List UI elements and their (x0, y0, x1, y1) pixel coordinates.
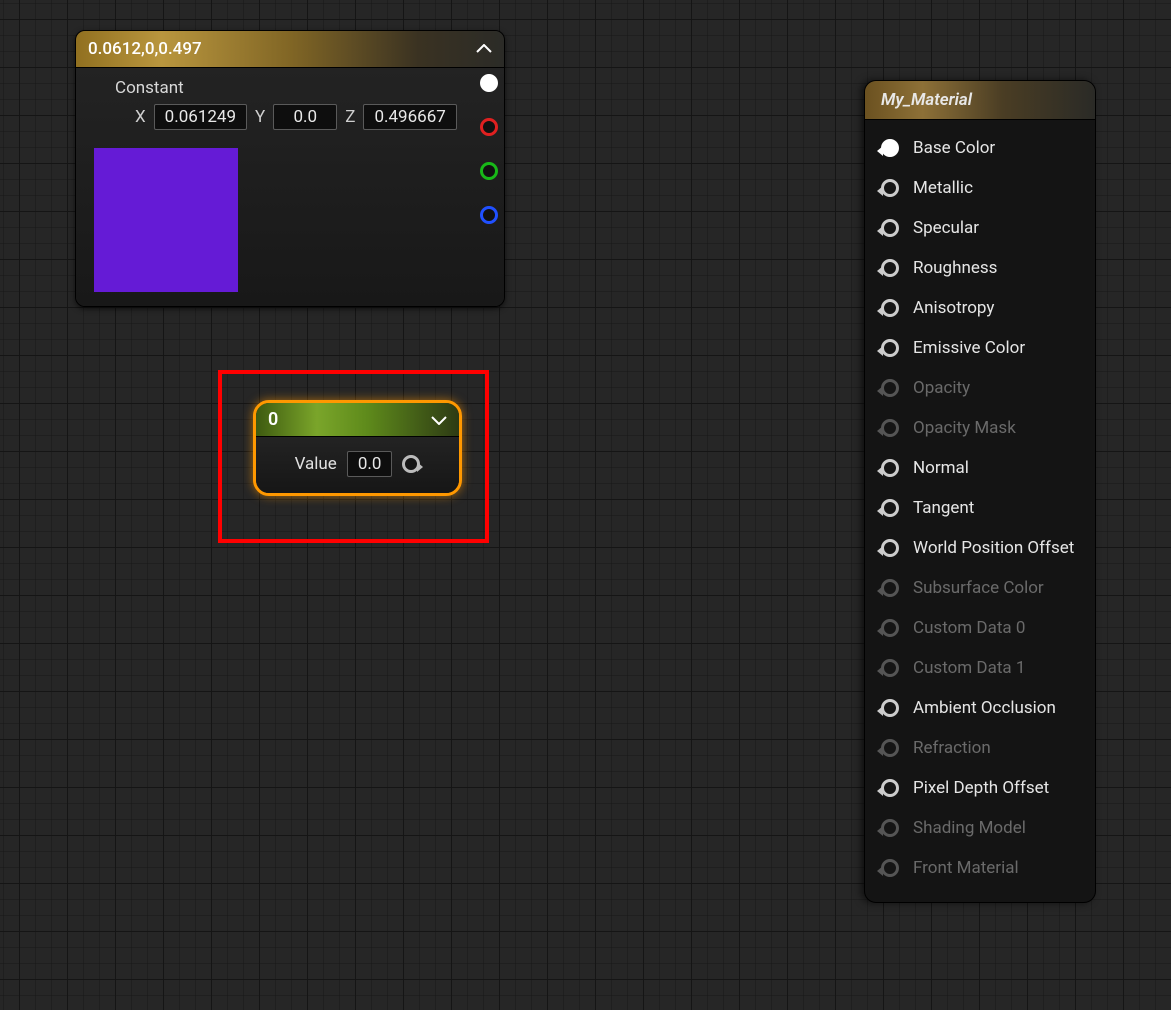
input-label: Custom Data 0 (913, 618, 1025, 638)
input-pin[interactable] (881, 339, 899, 357)
input-label: Shading Model (913, 818, 1026, 838)
material-input-row[interactable]: Roughness (865, 248, 1095, 288)
node-title: 0.0612,0,0.497 (88, 39, 202, 59)
node-title-bar[interactable]: 0 (256, 403, 459, 437)
node-body: Value 0.0 (256, 437, 459, 493)
input-label: Normal (913, 458, 969, 478)
z-axis-label: Z (345, 107, 355, 127)
material-input-row[interactable]: Custom Data 1 (865, 648, 1095, 688)
material-input-row[interactable]: Pixel Depth Offset (865, 768, 1095, 808)
color-preview-swatch[interactable] (94, 148, 238, 292)
input-label: Anisotropy (913, 298, 994, 318)
material-input-row[interactable]: Ambient Occlusion (865, 688, 1095, 728)
input-label: Opacity (913, 378, 970, 398)
output-pin-g[interactable] (480, 162, 498, 180)
material-input-row[interactable]: Opacity Mask (865, 408, 1095, 448)
material-input-row[interactable]: Tangent (865, 488, 1095, 528)
input-pin[interactable] (881, 859, 899, 877)
input-label: Roughness (913, 258, 997, 278)
material-inputs-list: Base Color Metallic Specular Roughness Aniso… (865, 120, 1095, 902)
input-label: Metallic (913, 178, 973, 198)
input-pin[interactable] (881, 299, 899, 317)
material-input-row[interactable]: Subsurface Color (865, 568, 1095, 608)
input-label: Tangent (913, 498, 974, 518)
input-pin[interactable] (881, 819, 899, 837)
input-pin[interactable] (881, 459, 899, 477)
input-label: Opacity Mask (913, 418, 1016, 438)
input-pin[interactable] (881, 179, 899, 197)
material-input-row[interactable]: Shading Model (865, 808, 1095, 848)
material-input-row[interactable]: World Position Offset (865, 528, 1095, 568)
constant-scalar-node[interactable]: 0 Value 0.0 (253, 400, 462, 496)
input-pin[interactable] (881, 619, 899, 637)
node-body: Constant X 0.061249 Y 0.0 Z 0.496667 (76, 68, 504, 306)
output-pin-rgb[interactable] (480, 74, 498, 92)
material-input-row[interactable]: Metallic (865, 168, 1095, 208)
expand-icon[interactable] (431, 415, 447, 425)
input-label: Specular (913, 218, 979, 238)
input-pin[interactable] (881, 699, 899, 717)
output-pin[interactable] (402, 455, 420, 473)
x-axis-label: X (135, 107, 146, 127)
value-label: Value (295, 454, 337, 474)
output-pins (480, 74, 498, 224)
collapse-icon[interactable] (476, 44, 492, 54)
constant-label: Constant (115, 78, 490, 98)
node-title[interactable]: My_Material (865, 81, 1095, 120)
input-label: Ambient Occlusion (913, 698, 1056, 718)
node-title-bar[interactable]: 0.0612,0,0.497 (76, 31, 504, 68)
input-pin[interactable] (881, 779, 899, 797)
x-value-input[interactable]: 0.061249 (154, 104, 247, 130)
input-label: Emissive Color (913, 338, 1025, 358)
input-label: World Position Offset (913, 538, 1074, 558)
y-value-input[interactable]: 0.0 (273, 104, 337, 130)
material-input-row[interactable]: Opacity (865, 368, 1095, 408)
material-input-row[interactable]: Emissive Color (865, 328, 1095, 368)
material-input-row[interactable]: Normal (865, 448, 1095, 488)
output-pin-r[interactable] (480, 118, 498, 136)
input-pin[interactable] (881, 539, 899, 557)
material-input-row[interactable]: Custom Data 0 (865, 608, 1095, 648)
input-label: Front Material (913, 858, 1019, 878)
input-label: Refraction (913, 738, 991, 758)
value-input[interactable]: 0.0 (347, 451, 393, 477)
input-pin[interactable] (881, 419, 899, 437)
material-input-row[interactable]: Base Color (865, 128, 1095, 168)
input-pin[interactable] (881, 259, 899, 277)
input-label: Pixel Depth Offset (913, 778, 1049, 798)
material-output-node[interactable]: My_Material Base Color Metallic Specular Ro… (864, 80, 1096, 903)
input-pin[interactable] (881, 739, 899, 757)
input-label: Custom Data 1 (913, 658, 1025, 678)
node-title: 0 (268, 409, 278, 430)
material-input-row[interactable]: Anisotropy (865, 288, 1095, 328)
input-label: Subsurface Color (913, 578, 1044, 598)
material-input-row[interactable]: Specular (865, 208, 1095, 248)
constant-3vector-node[interactable]: 0.0612,0,0.497 Constant X 0.061249 Y 0.0… (75, 30, 505, 307)
y-axis-label: Y (255, 107, 265, 127)
xyz-row: X 0.061249 Y 0.0 Z 0.496667 (135, 104, 490, 130)
input-pin[interactable] (881, 139, 899, 157)
material-input-row[interactable]: Front Material (865, 848, 1095, 888)
output-pin-b[interactable] (480, 206, 498, 224)
input-pin[interactable] (881, 499, 899, 517)
input-label: Base Color (913, 138, 995, 158)
z-value-input[interactable]: 0.496667 (363, 104, 456, 130)
input-pin[interactable] (881, 379, 899, 397)
material-input-row[interactable]: Refraction (865, 728, 1095, 768)
input-pin[interactable] (881, 579, 899, 597)
input-pin[interactable] (881, 219, 899, 237)
input-pin[interactable] (881, 659, 899, 677)
